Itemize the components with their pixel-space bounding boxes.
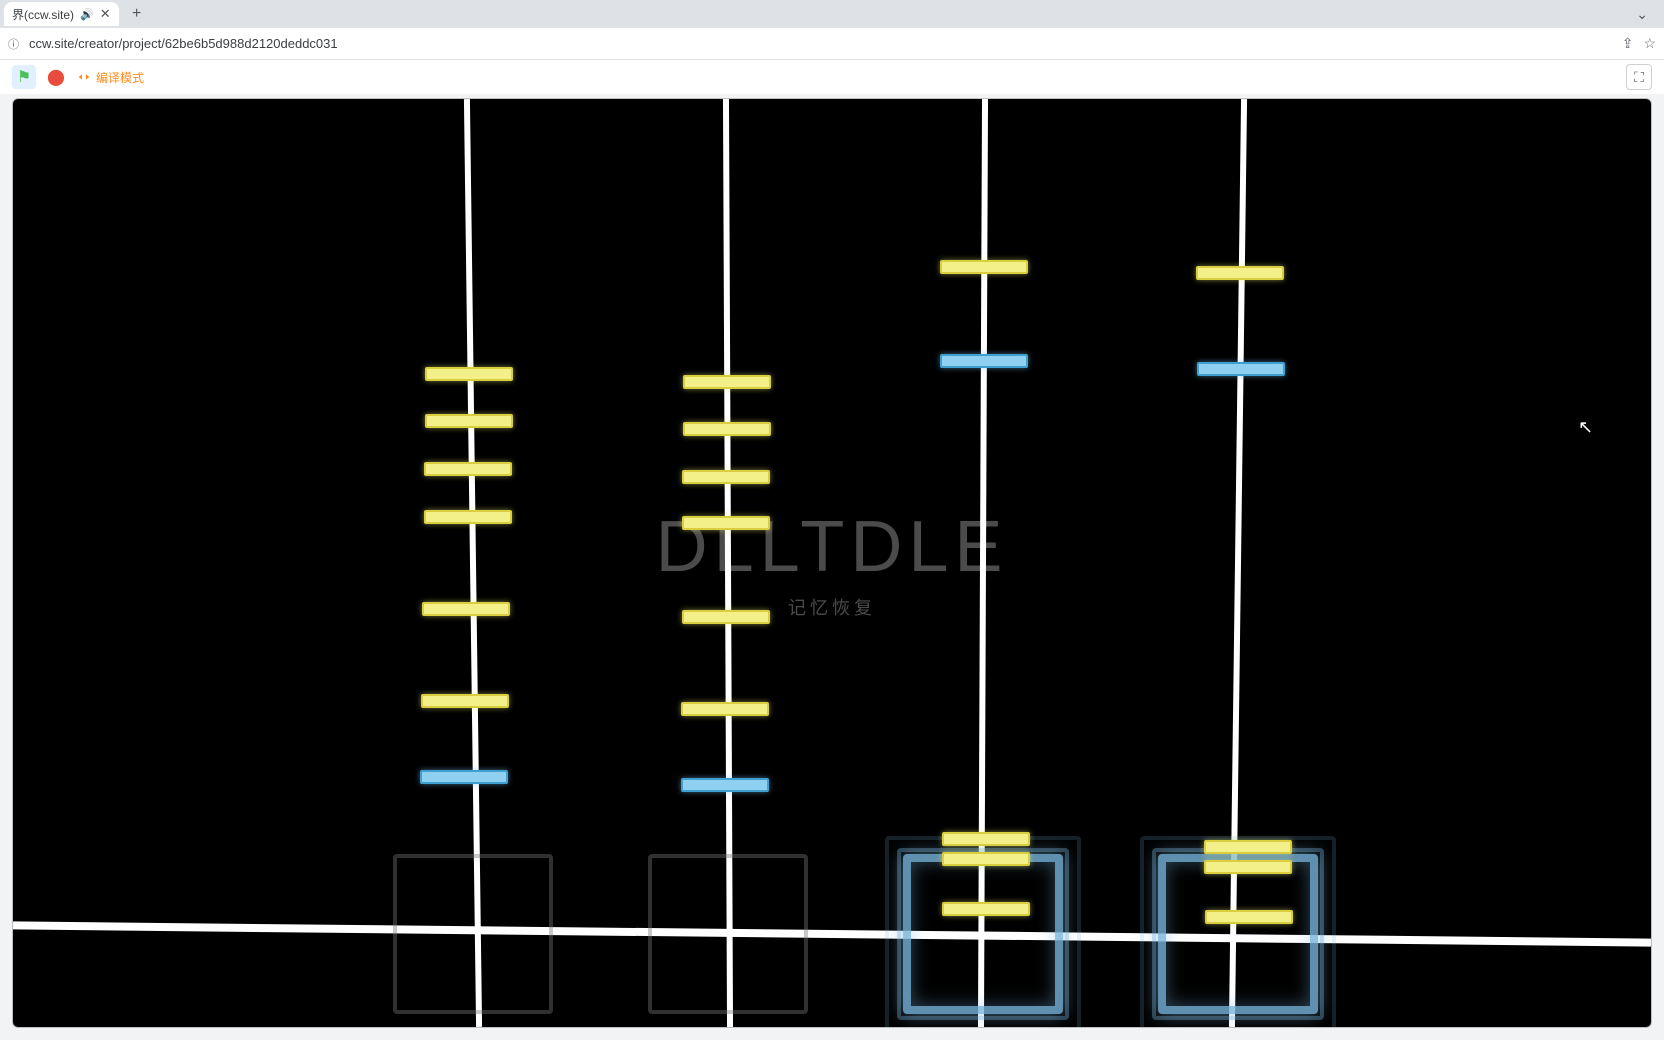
address-bar: ⓘ ccw.site/creator/project/62be6b5d988d2… [0,28,1664,60]
note-yellow [1204,840,1292,854]
note-yellow [422,602,510,616]
note-yellow [942,902,1030,916]
code-mode-toggle[interactable]: 编译模式 [76,69,144,86]
note-yellow [424,510,512,524]
tab-title: 界(ccw.site) [12,6,74,23]
note-blue [940,354,1028,368]
note-yellow [942,832,1030,846]
note-yellow [942,852,1030,866]
tab-audio-icon[interactable]: 🔊 [80,8,94,21]
site-info-icon[interactable]: ⓘ [8,36,19,52]
code-mode-label: 编译模式 [96,69,144,86]
fullscreen-button[interactable]: ⛶ [1626,64,1652,90]
tab-close-icon[interactable]: ✕ [100,6,111,22]
note-blue [1197,362,1285,376]
note-yellow [424,462,512,476]
note-yellow [425,414,513,428]
stage-container: DLLTDLE 记忆恢复 ↖ [0,94,1664,1040]
note-yellow [682,470,770,484]
browser-chrome: 界(ccw.site) 🔊 ✕ + ⌄ ⓘ ccw.site/creator/p… [0,0,1664,60]
url-text[interactable]: ccw.site/creator/project/62be6b5d988d212… [29,36,1612,51]
note-yellow [682,516,770,530]
code-icon [76,69,92,85]
cursor-icon: ↖ [1578,417,1593,438]
judge-line [13,921,1651,946]
note-blue [681,778,769,792]
receptor-active[interactable] [1158,854,1318,1014]
green-flag-button[interactable]: ⚑ [12,65,36,89]
editor-toolbar: ⚑ ⬤ 编译模式 ⛶ [0,60,1664,94]
new-tab-button[interactable]: + [125,2,149,26]
note-yellow [1205,910,1293,924]
note-yellow [940,260,1028,274]
note-yellow [421,694,509,708]
receptor-active[interactable] [903,854,1063,1014]
minimize-tabs-icon[interactable]: ⌄ [1636,6,1648,23]
receptor[interactable] [648,854,808,1014]
tab-strip: 界(ccw.site) 🔊 ✕ + ⌄ [0,0,1664,28]
note-yellow [682,610,770,624]
browser-tab[interactable]: 界(ccw.site) 🔊 ✕ [4,2,119,26]
note-yellow [683,422,771,436]
stop-button[interactable]: ⬤ [44,65,68,89]
note-yellow [683,375,771,389]
note-blue [420,770,508,784]
game-stage[interactable]: DLLTDLE 记忆恢复 ↖ [12,98,1652,1028]
note-yellow [681,702,769,716]
bookmark-star-icon[interactable]: ☆ [1643,35,1656,52]
note-yellow [1204,860,1292,874]
share-icon[interactable]: ⇪ [1622,35,1634,52]
receptor[interactable] [393,854,553,1014]
note-yellow [1196,266,1284,280]
note-yellow [425,367,513,381]
